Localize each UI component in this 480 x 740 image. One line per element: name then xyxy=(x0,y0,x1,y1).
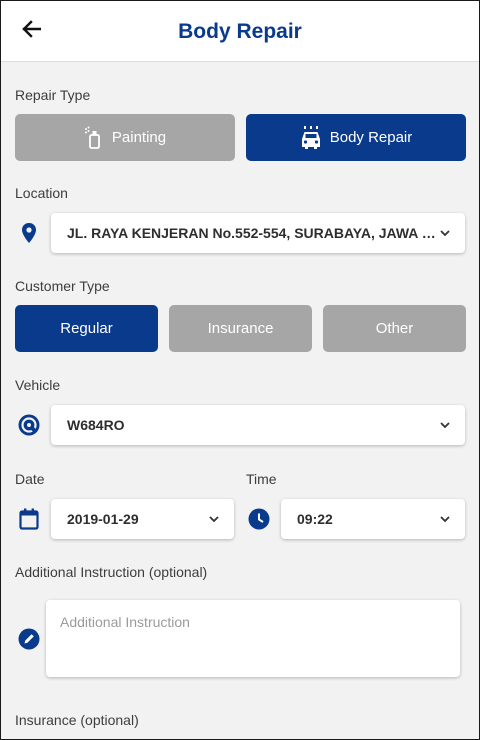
spray-can-icon xyxy=(84,126,104,150)
chevron-down-icon xyxy=(439,419,451,431)
app-header: Body Repair xyxy=(1,1,479,62)
pencil-icon xyxy=(17,627,41,651)
repair-type-label: Repair Type xyxy=(15,87,91,103)
location-select[interactable]: JL. RAYA KENJERAN No.552-554, SURABAYA, … xyxy=(51,213,465,253)
instruction-label: Additional Instruction (optional) xyxy=(15,564,208,580)
insurance-option-button[interactable]: Insurance xyxy=(169,305,312,352)
regular-option-label: Regular xyxy=(60,320,113,337)
vehicle-value: W684RO xyxy=(67,417,125,433)
regular-option-button[interactable]: Regular xyxy=(15,305,158,352)
body-repair-option-button[interactable]: Body Repair xyxy=(246,114,466,161)
date-value: 2019-01-29 xyxy=(67,511,139,527)
time-label: Time xyxy=(246,471,277,487)
painting-option-label: Painting xyxy=(111,129,167,146)
date-label: Date xyxy=(15,471,45,487)
map-pin-icon xyxy=(17,221,41,245)
location-label: Location xyxy=(15,185,68,201)
insurance-label: Insurance (optional) xyxy=(15,712,139,728)
location-value: JL. RAYA KENJERAN No.552-554, SURABAYA, … xyxy=(67,225,439,241)
instruction-placeholder: Additional Instruction xyxy=(60,614,190,630)
instruction-textarea[interactable]: Additional Instruction xyxy=(46,600,460,677)
steering-wheel-icon xyxy=(17,413,41,437)
other-option-label: Other xyxy=(375,320,414,337)
painting-option-button[interactable]: Painting xyxy=(15,114,235,161)
chevron-down-icon xyxy=(439,513,451,525)
customer-type-label: Customer Type xyxy=(15,278,110,294)
chevron-down-icon xyxy=(208,513,220,525)
vehicle-select[interactable]: W684RO xyxy=(51,405,465,445)
clock-icon xyxy=(247,507,271,531)
vehicle-label: Vehicle xyxy=(15,377,61,393)
page-title: Body Repair xyxy=(178,20,302,43)
time-picker[interactable]: 09:22 xyxy=(281,499,465,539)
app-screen: Body Repair Repair Type Painting Body Re… xyxy=(0,0,480,740)
time-value: 09:22 xyxy=(297,511,333,527)
insurance-option-label: Insurance xyxy=(207,320,274,337)
other-option-button[interactable]: Other xyxy=(323,305,466,352)
date-picker[interactable]: 2019-01-29 xyxy=(51,499,234,539)
car-wash-icon xyxy=(300,125,322,150)
chevron-down-icon xyxy=(439,227,451,239)
body-repair-option-label: Body Repair xyxy=(329,129,413,146)
calendar-icon xyxy=(17,507,41,531)
